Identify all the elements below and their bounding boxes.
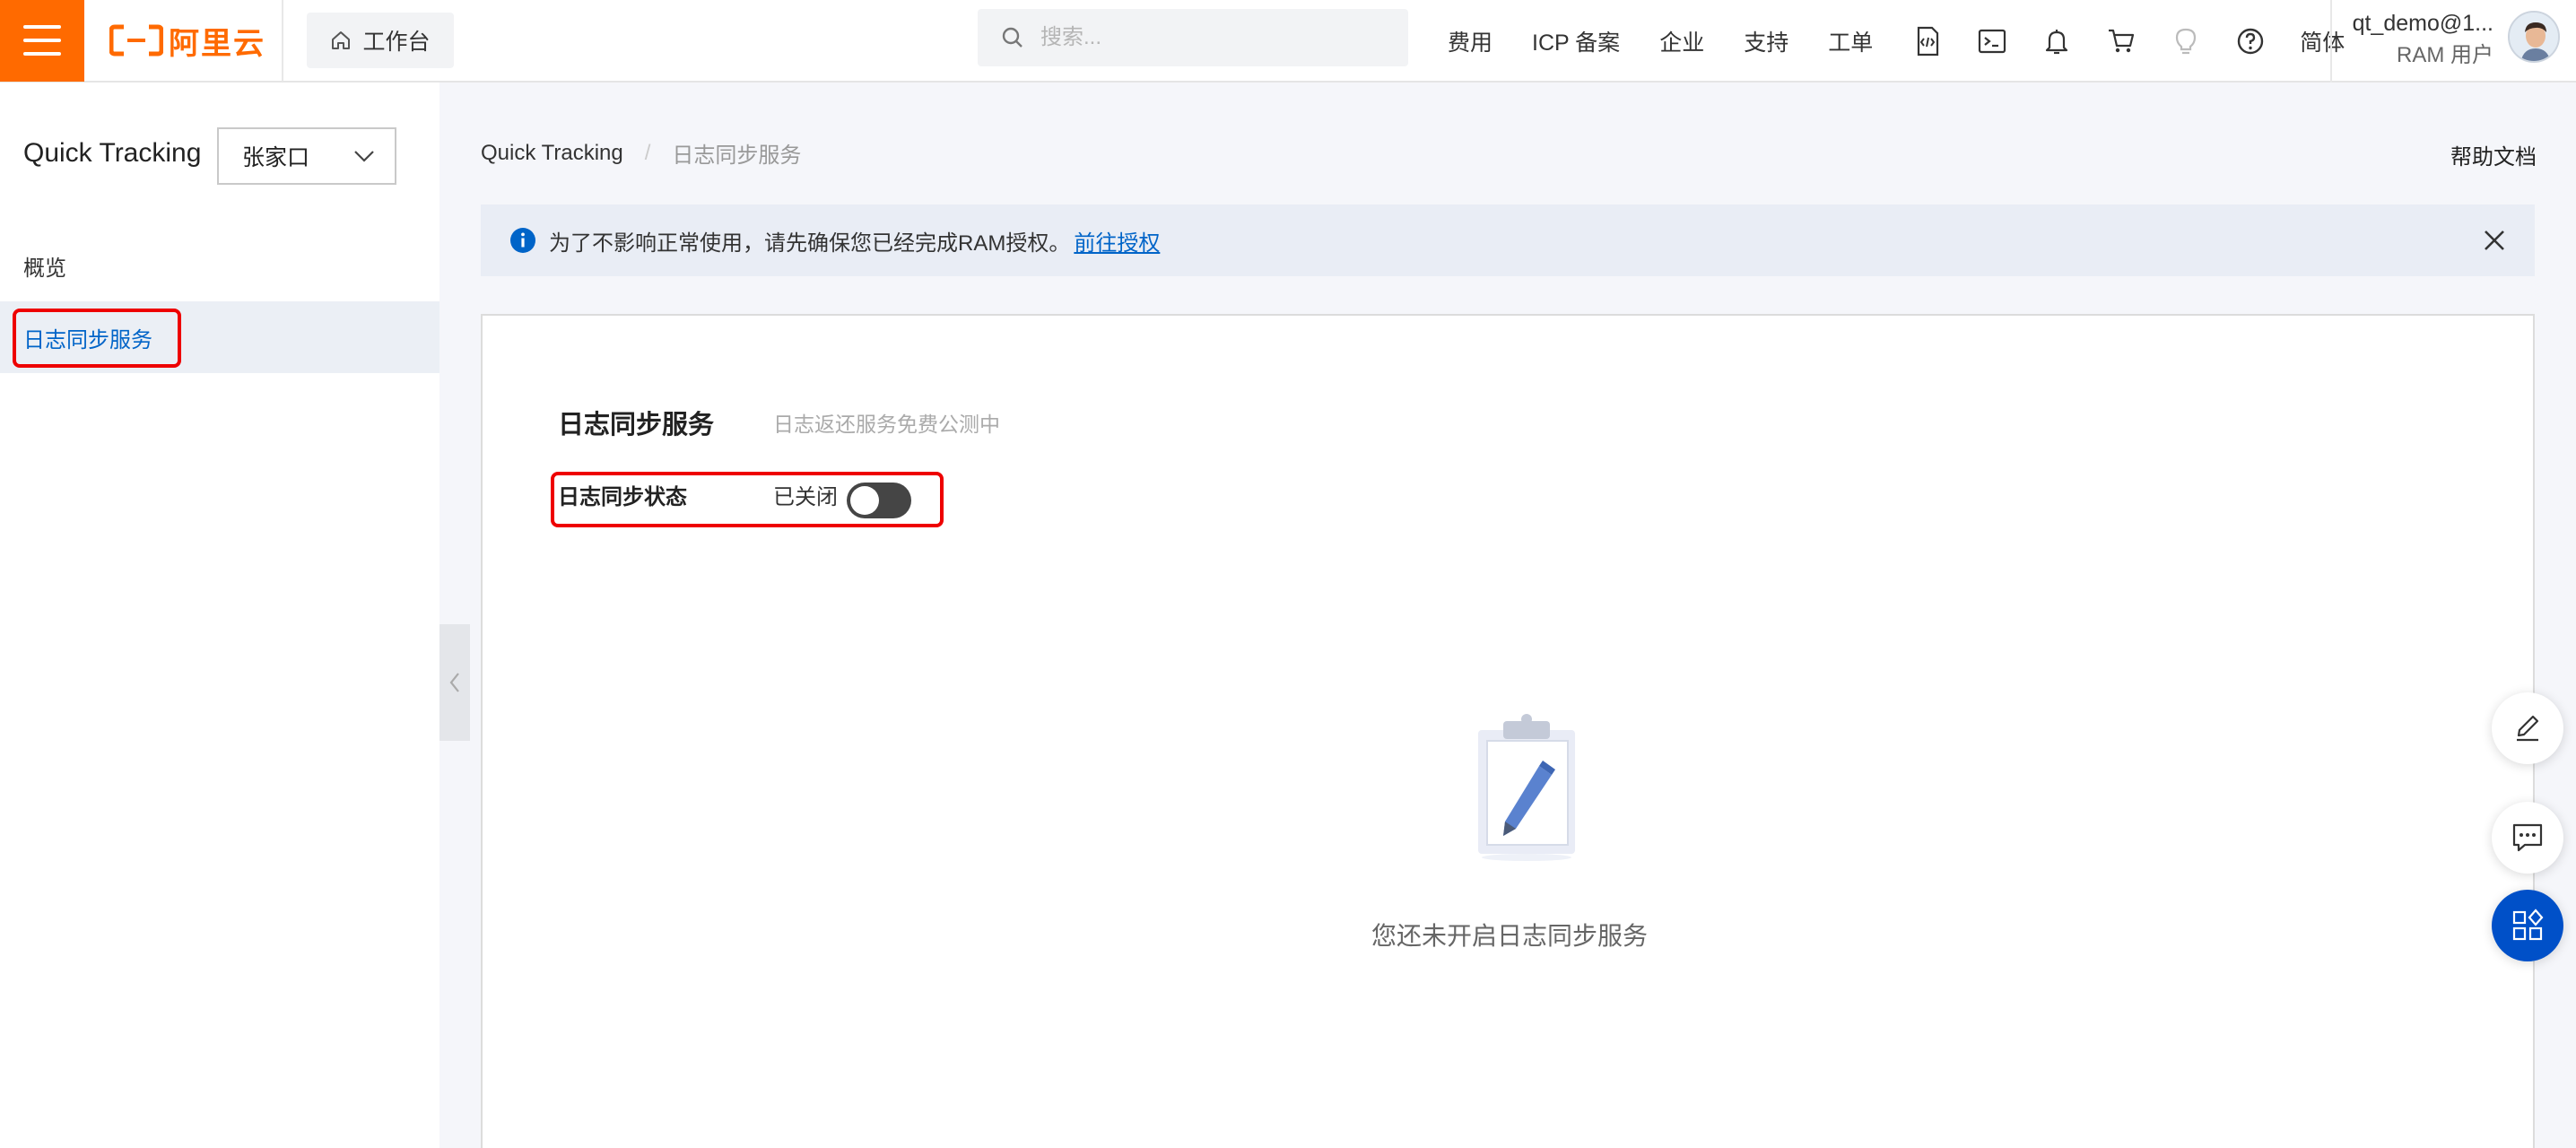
user-name: qt_demo@1... — [2352, 11, 2493, 36]
search-input[interactable] — [1040, 25, 1381, 50]
empty-state-text: 您还未开启日志同步服务 — [1371, 922, 1648, 950]
aliyun-logo-icon — [109, 24, 163, 57]
terminal-icon[interactable] — [1977, 26, 2007, 57]
highlight-box — [13, 309, 181, 368]
menu-line — [23, 39, 61, 42]
bell-icon[interactable] — [2041, 26, 2072, 57]
notice-text: 为了不影响正常使用，请先确保您已经完成RAM授权。 — [549, 230, 1071, 256]
clipboard-icon — [1478, 714, 1575, 861]
authorize-link[interactable]: 前往授权 — [1074, 225, 1160, 257]
user-info[interactable]: qt_demo@1... RAM 用户 — [2350, 7, 2493, 72]
breadcrumb-separator: / — [644, 140, 651, 165]
apps-button[interactable] — [2492, 890, 2563, 961]
breadcrumb: Quick Tracking / 日志同步服务 — [481, 137, 801, 169]
panel-title: 日志同步服务 — [558, 411, 715, 439]
sidebar: Quick Tracking 张家口 概览 日志同步服务 — [0, 83, 439, 1148]
avatar[interactable] — [2508, 11, 2560, 63]
global-search[interactable] — [978, 9, 1408, 66]
user-role: RAM 用户 — [2397, 43, 2493, 67]
region-value: 张家口 — [242, 145, 310, 170]
chat-button[interactable] — [2492, 802, 2563, 874]
logo-text: 阿里云 — [169, 26, 265, 61]
top-nav: 费用 ICP 备案 企业 支持 工单 简体 — [1448, 0, 2363, 83]
edit-icon — [2517, 715, 2539, 742]
sidebar-item-label: 概览 — [23, 256, 66, 281]
region-select[interactable]: 张家口 — [217, 127, 396, 185]
sidebar-item-overview[interactable]: 概览 — [0, 230, 439, 301]
breadcrumb-current: 日志同步服务 — [672, 144, 802, 168]
menu-line — [23, 25, 61, 29]
menu-button[interactable] — [0, 0, 84, 82]
nav-ticket[interactable]: 工单 — [1828, 25, 1873, 57]
sidebar-collapse-handle[interactable] — [439, 624, 470, 741]
nav-enterprise[interactable]: 企业 — [1659, 25, 1704, 57]
workbench-button[interactable]: 工作台 — [307, 13, 454, 68]
notice-banner: 为了不影响正常使用，请先确保您已经完成RAM授权。 前往授权 — [481, 204, 2535, 276]
divider — [2330, 0, 2332, 83]
close-icon[interactable] — [2481, 227, 2508, 254]
feedback-edit-button[interactable] — [2492, 692, 2563, 764]
aliyun-logo[interactable]: 阿里云 — [109, 0, 283, 82]
nav-icp[interactable]: ICP 备案 — [1532, 25, 1620, 57]
product-title: Quick Tracking — [23, 138, 202, 168]
highlight-box — [551, 472, 944, 527]
chevron-left-icon — [449, 673, 459, 692]
help-doc-link[interactable]: 帮助文档 — [2450, 139, 2537, 170]
chat-icon — [2512, 823, 2543, 852]
breadcrumb-root[interactable]: Quick Tracking — [481, 141, 623, 166]
nav-support[interactable]: 支持 — [1744, 25, 1788, 57]
language-switch[interactable]: 简体 — [2300, 25, 2345, 57]
nav-fees[interactable]: 费用 — [1448, 25, 1493, 57]
log-sync-panel: 日志同步服务 日志返还服务免费公测中 日志同步状态 已关闭 您还未开启日志同步服… — [481, 314, 2535, 1148]
menu-line — [23, 52, 61, 56]
help-icon[interactable] — [2235, 26, 2266, 57]
home-icon — [332, 31, 351, 49]
bulb-icon[interactable] — [2171, 26, 2201, 57]
info-icon — [510, 228, 535, 253]
panel-subtitle: 日志返还服务免费公测中 — [773, 413, 1000, 436]
chevron-down-icon — [354, 151, 374, 162]
search-icon — [1002, 27, 1023, 48]
code-icon[interactable] — [1912, 26, 1943, 57]
workbench-label: 工作台 — [362, 30, 431, 55]
cart-icon[interactable] — [2106, 26, 2137, 57]
apps-icon — [2512, 909, 2544, 941]
